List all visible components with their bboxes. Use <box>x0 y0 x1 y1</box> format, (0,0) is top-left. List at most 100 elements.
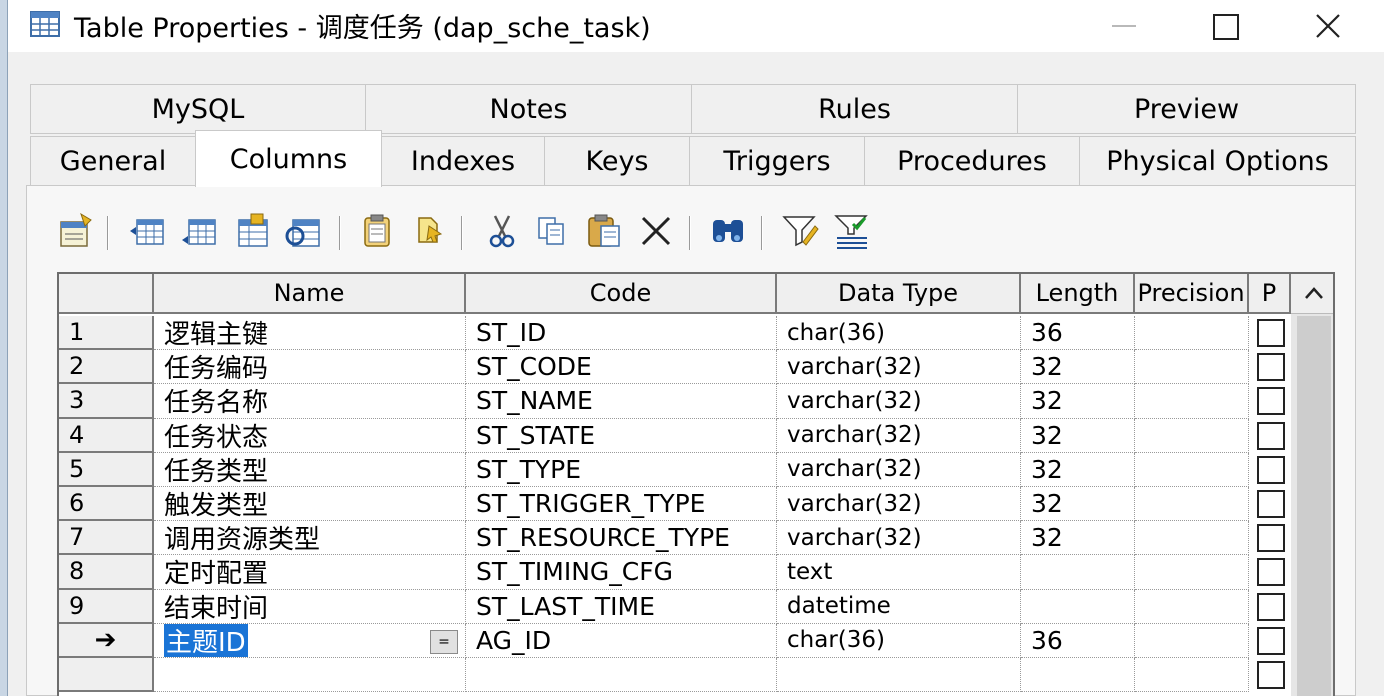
row-number[interactable]: 5 <box>59 452 154 487</box>
primary-key-checkbox[interactable] <box>1257 319 1285 347</box>
current-row-indicator[interactable]: ➔ <box>59 623 154 658</box>
row-number[interactable]: 7 <box>59 521 154 556</box>
row-number[interactable]: 8 <box>59 555 154 590</box>
cell-data-type[interactable]: char(36) <box>777 316 1021 351</box>
cell-name[interactable]: 主题ID = <box>154 623 466 658</box>
cell-length[interactable] <box>1021 589 1135 624</box>
cell-name[interactable]: 定时配置 <box>154 555 466 590</box>
cell-code[interactable]: ST_TRIGGER_TYPE <box>466 487 777 522</box>
tab-indexes[interactable]: Indexes <box>381 136 545 186</box>
cell-precision[interactable] <box>1135 384 1249 419</box>
cell-data-type[interactable]: varchar(32) <box>777 384 1021 419</box>
add-row-icon[interactable] <box>181 212 219 250</box>
cell-data-type[interactable]: char(36) <box>777 623 1021 658</box>
paste-clipboard-icon[interactable] <box>585 212 623 250</box>
edit-name-button[interactable]: = <box>430 629 458 654</box>
tab-triggers[interactable]: Triggers <box>689 136 865 186</box>
header-code[interactable]: Code <box>466 274 777 314</box>
cell-precision[interactable] <box>1135 555 1249 590</box>
cell-name[interactable]: 调用资源类型 <box>154 521 466 556</box>
add-columns-icon[interactable] <box>233 212 271 250</box>
cell-data-type[interactable]: varchar(32) <box>777 418 1021 453</box>
primary-key-checkbox[interactable] <box>1257 558 1285 587</box>
maximize-button[interactable] <box>1194 4 1254 46</box>
primary-key-checkbox[interactable] <box>1257 626 1285 655</box>
cell-data-type[interactable]: varchar(32) <box>777 452 1021 487</box>
insert-row-icon[interactable] <box>129 212 167 250</box>
primary-key-checkbox[interactable] <box>1257 455 1285 484</box>
filter-icon[interactable] <box>833 212 871 250</box>
cell-data-type[interactable] <box>777 658 1021 693</box>
cell-precision[interactable] <box>1135 623 1249 658</box>
row-number[interactable]: 4 <box>59 418 154 453</box>
cell-code[interactable] <box>466 658 777 693</box>
reuse-columns-icon[interactable] <box>285 212 323 250</box>
tab-mysql[interactable]: MySQL <box>30 84 366 134</box>
cell-name[interactable] <box>154 658 466 693</box>
vertical-scrollbar[interactable] <box>1291 274 1333 696</box>
cell-length[interactable]: 32 <box>1021 521 1135 556</box>
cell-code[interactable]: AG_ID <box>466 623 777 658</box>
cell-data-type[interactable]: varchar(32) <box>777 487 1021 522</box>
cell-length[interactable] <box>1021 658 1135 693</box>
tab-general[interactable]: General <box>30 136 196 186</box>
cell-code[interactable]: ST_LAST_TIME <box>466 589 777 624</box>
header-data-type[interactable]: Data Type <box>777 274 1021 314</box>
delete-icon[interactable] <box>637 212 675 250</box>
find-icon[interactable] <box>709 212 747 250</box>
new-item-icon[interactable] <box>409 212 447 250</box>
minimize-button[interactable] <box>1094 4 1154 46</box>
cell-precision[interactable] <box>1135 418 1249 453</box>
header-precision[interactable]: Precision <box>1135 274 1249 314</box>
cell-code[interactable]: ST_STATE <box>466 418 777 453</box>
cell-name[interactable]: 逻辑主键 <box>154 316 466 351</box>
tab-procedures[interactable]: Procedures <box>864 136 1080 186</box>
cell-code[interactable]: ST_RESOURCE_TYPE <box>466 521 777 556</box>
cell-code[interactable]: ST_TYPE <box>466 452 777 487</box>
primary-key-checkbox[interactable] <box>1257 387 1285 416</box>
cell-name[interactable]: 任务名称 <box>154 384 466 419</box>
row-number[interactable]: 2 <box>59 350 154 385</box>
cell-precision[interactable] <box>1135 658 1249 693</box>
cell-name[interactable]: 触发类型 <box>154 487 466 522</box>
row-number[interactable]: 3 <box>59 384 154 419</box>
tab-rules[interactable]: Rules <box>691 84 1018 134</box>
cell-length[interactable]: 32 <box>1021 350 1135 385</box>
scroll-up-button[interactable] <box>1291 274 1333 314</box>
cell-precision[interactable] <box>1135 589 1249 624</box>
cell-length[interactable]: 32 <box>1021 384 1135 419</box>
primary-key-checkbox[interactable] <box>1257 421 1285 450</box>
properties-icon[interactable] <box>57 212 95 250</box>
tab-physical-options[interactable]: Physical Options <box>1079 136 1356 186</box>
tab-preview[interactable]: Preview <box>1017 84 1356 134</box>
cell-length[interactable]: 36 <box>1021 316 1135 351</box>
cell-length[interactable]: 32 <box>1021 487 1135 522</box>
cut-icon[interactable] <box>483 212 521 250</box>
cell-length[interactable]: 32 <box>1021 418 1135 453</box>
primary-key-checkbox[interactable] <box>1257 353 1285 382</box>
cell-length[interactable]: 36 <box>1021 623 1135 658</box>
header-name[interactable]: Name <box>154 274 466 314</box>
copy-icon[interactable] <box>533 212 571 250</box>
cell-length[interactable]: 32 <box>1021 452 1135 487</box>
cell-precision[interactable] <box>1135 452 1249 487</box>
row-number[interactable]: 1 <box>59 316 154 351</box>
row-number[interactable] <box>59 658 154 693</box>
tab-notes[interactable]: Notes <box>365 84 692 134</box>
cell-data-type[interactable]: varchar(32) <box>777 350 1021 385</box>
primary-key-checkbox[interactable] <box>1257 592 1285 621</box>
cell-precision[interactable] <box>1135 316 1249 351</box>
header-primary[interactable]: P <box>1249 274 1291 314</box>
cell-length[interactable] <box>1021 555 1135 590</box>
tab-keys[interactable]: Keys <box>544 136 690 186</box>
primary-key-checkbox[interactable] <box>1257 490 1285 518</box>
cell-precision[interactable] <box>1135 521 1249 556</box>
scroll-thumb[interactable] <box>1297 316 1331 696</box>
cell-name[interactable]: 任务状态 <box>154 418 466 453</box>
row-number[interactable]: 9 <box>59 589 154 624</box>
cell-precision[interactable] <box>1135 487 1249 522</box>
cell-code[interactable]: ST_TIMING_CFG <box>466 555 777 590</box>
primary-key-checkbox[interactable] <box>1257 524 1285 553</box>
cell-code[interactable]: ST_NAME <box>466 384 777 419</box>
primary-key-checkbox[interactable] <box>1257 661 1285 689</box>
